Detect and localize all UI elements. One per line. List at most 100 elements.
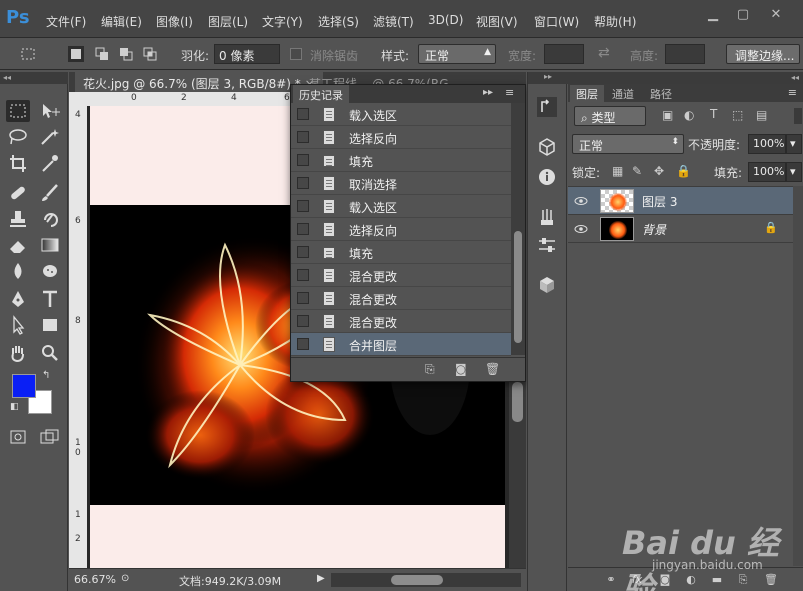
brush-tool-icon[interactable]	[38, 182, 62, 204]
path-select-tool-icon[interactable]	[6, 314, 30, 336]
menu-filter[interactable]: 滤镜(T)	[373, 13, 414, 30]
tab-channels[interactable]: 通道	[606, 85, 640, 102]
layer-row[interactable]: 图层 3	[568, 187, 793, 215]
history-panel-title[interactable]: 历史记录	[293, 85, 349, 103]
menu-layer[interactable]: 图层(L)	[208, 13, 248, 30]
snapshot-camera-icon[interactable]: ◙	[455, 362, 467, 376]
tab-paths[interactable]: 路径	[644, 85, 678, 102]
restore-icon[interactable]: ▢	[732, 6, 754, 24]
dock-collapse-icon[interactable]: ▸▸	[528, 72, 568, 84]
magic-wand-tool-icon[interactable]	[38, 126, 62, 148]
history-state-item[interactable]: 填充	[291, 241, 511, 264]
snapshot-source-checkbox[interactable]	[297, 246, 309, 258]
default-colors-icon[interactable]: ◧	[10, 402, 19, 412]
history-state-item[interactable]: 填充	[291, 149, 511, 172]
layer-name[interactable]: 图层 3	[642, 193, 677, 210]
new-selection-icon[interactable]	[68, 46, 84, 62]
intersect-selection-icon[interactable]	[142, 46, 158, 62]
expand-icon[interactable]: ▸▸	[483, 87, 493, 98]
filter-smart-object-icon[interactable]: ▤	[756, 108, 767, 122]
antialias-checkbox[interactable]	[290, 48, 302, 60]
refine-edge-button[interactable]: 调整边缘...	[726, 44, 800, 64]
menu-file[interactable]: 文件(F)	[46, 13, 86, 30]
3d-cube-icon[interactable]	[536, 274, 558, 296]
zoom-tool-icon[interactable]	[38, 342, 62, 364]
trash-icon[interactable]: 🗑	[485, 362, 500, 376]
snapshot-source-checkbox[interactable]	[297, 200, 309, 212]
adjustments-panel-icon[interactable]	[536, 234, 558, 256]
menu-view[interactable]: 视图(V)	[476, 13, 518, 30]
history-state-item[interactable]: 混合更改	[291, 310, 511, 333]
fill-dropdown-icon[interactable]: ▾	[786, 162, 802, 182]
snapshot-source-checkbox[interactable]	[297, 108, 309, 120]
brush-presets-icon[interactable]	[536, 206, 558, 228]
layers-collapse-icon[interactable]: ◂◂	[568, 72, 803, 84]
marquee-preset-icon[interactable]	[20, 46, 36, 62]
eraser-tool-icon[interactable]	[6, 234, 30, 256]
lock-transparent-icon[interactable]: ▦	[612, 164, 623, 178]
zoom-menu-icon[interactable]: ⊙	[121, 573, 129, 584]
hand-tool-icon[interactable]	[6, 342, 30, 364]
zoom-level[interactable]: 66.67%	[74, 573, 116, 586]
menu-3d[interactable]: 3D(D)	[428, 13, 463, 27]
snapshot-source-checkbox[interactable]	[297, 154, 309, 166]
foreground-color-swatch[interactable]	[12, 374, 36, 398]
screen-mode-icon[interactable]	[38, 426, 62, 448]
menu-window[interactable]: 窗口(W)	[534, 13, 579, 30]
opacity-input[interactable]: 100%	[748, 134, 786, 154]
close-icon[interactable]: ✕	[765, 6, 787, 24]
snapshot-source-checkbox[interactable]	[297, 269, 309, 281]
menu-image[interactable]: 图像(I)	[156, 13, 193, 30]
menu-select[interactable]: 选择(S)	[318, 13, 359, 30]
lock-all-icon[interactable]: 🔒	[676, 164, 691, 178]
style-select[interactable]: 正常 ▲	[418, 44, 496, 64]
snapshot-source-checkbox[interactable]	[297, 177, 309, 189]
rect-marquee-tool-icon[interactable]	[6, 100, 30, 122]
history-state-item[interactable]: 合并图层	[291, 333, 511, 356]
history-state-item[interactable]: 取消选择	[291, 172, 511, 195]
filter-type-icon[interactable]: T	[710, 107, 717, 121]
quick-mask-icon[interactable]	[6, 426, 30, 448]
snapshot-source-checkbox[interactable]	[297, 223, 309, 235]
snapshot-source-checkbox[interactable]	[297, 315, 309, 327]
3d-panel-icon[interactable]	[536, 136, 558, 158]
scroll-thumb[interactable]	[514, 231, 522, 343]
gradient-tool-icon[interactable]	[38, 234, 62, 256]
move-tool-icon[interactable]	[38, 100, 62, 122]
toolbox-collapse-icon[interactable]: ◂◂	[0, 72, 68, 84]
width-input[interactable]	[544, 44, 584, 64]
menu-type[interactable]: 文字(Y)	[262, 13, 303, 30]
panel-menu-icon[interactable]: ≡	[788, 86, 797, 99]
subtract-selection-icon[interactable]	[118, 46, 134, 62]
blur-tool-icon[interactable]	[6, 260, 30, 282]
lock-paint-icon[interactable]: ✎	[632, 164, 642, 178]
history-panel-icon[interactable]	[536, 96, 558, 118]
rectangle-tool-icon[interactable]	[38, 314, 62, 336]
document-tab-active[interactable]: 花火.jpg @ 66.7% (图层 3, RGB/8#) * ×	[75, 72, 323, 92]
history-scrollbar[interactable]	[511, 103, 525, 355]
feather-input[interactable]: 0 像素	[214, 44, 280, 64]
info-panel-icon[interactable]	[536, 166, 558, 188]
height-input[interactable]	[665, 44, 705, 64]
filter-shape-icon[interactable]: ⬚	[732, 108, 743, 122]
swap-colors-icon[interactable]: ↰	[42, 370, 50, 381]
history-state-item[interactable]: 混合更改	[291, 264, 511, 287]
layer-name[interactable]: 背景	[642, 221, 666, 238]
filter-pixel-icon[interactable]: ▣	[662, 108, 673, 122]
crop-tool-icon[interactable]	[6, 152, 30, 174]
status-menu-arrow-icon[interactable]: ▶	[317, 573, 325, 584]
snapshot-source-checkbox[interactable]	[297, 338, 309, 350]
panel-menu-icon[interactable]: ≡	[505, 86, 514, 99]
scroll-thumb[interactable]	[512, 382, 523, 422]
add-selection-icon[interactable]	[94, 46, 110, 62]
sponge-tool-icon[interactable]	[38, 260, 62, 282]
minimize-icon[interactable]: ▁	[702, 6, 724, 24]
new-document-from-state-icon[interactable]: ⎘	[425, 362, 435, 377]
opacity-dropdown-icon[interactable]: ▾	[786, 134, 802, 154]
type-tool-icon[interactable]	[38, 288, 62, 310]
visibility-eye-icon[interactable]	[574, 194, 588, 208]
history-state-item[interactable]: 载入选区	[291, 195, 511, 218]
horizontal-scrollbar[interactable]	[331, 573, 521, 587]
menu-help[interactable]: 帮助(H)	[594, 13, 636, 30]
clone-stamp-tool-icon[interactable]	[6, 208, 30, 230]
